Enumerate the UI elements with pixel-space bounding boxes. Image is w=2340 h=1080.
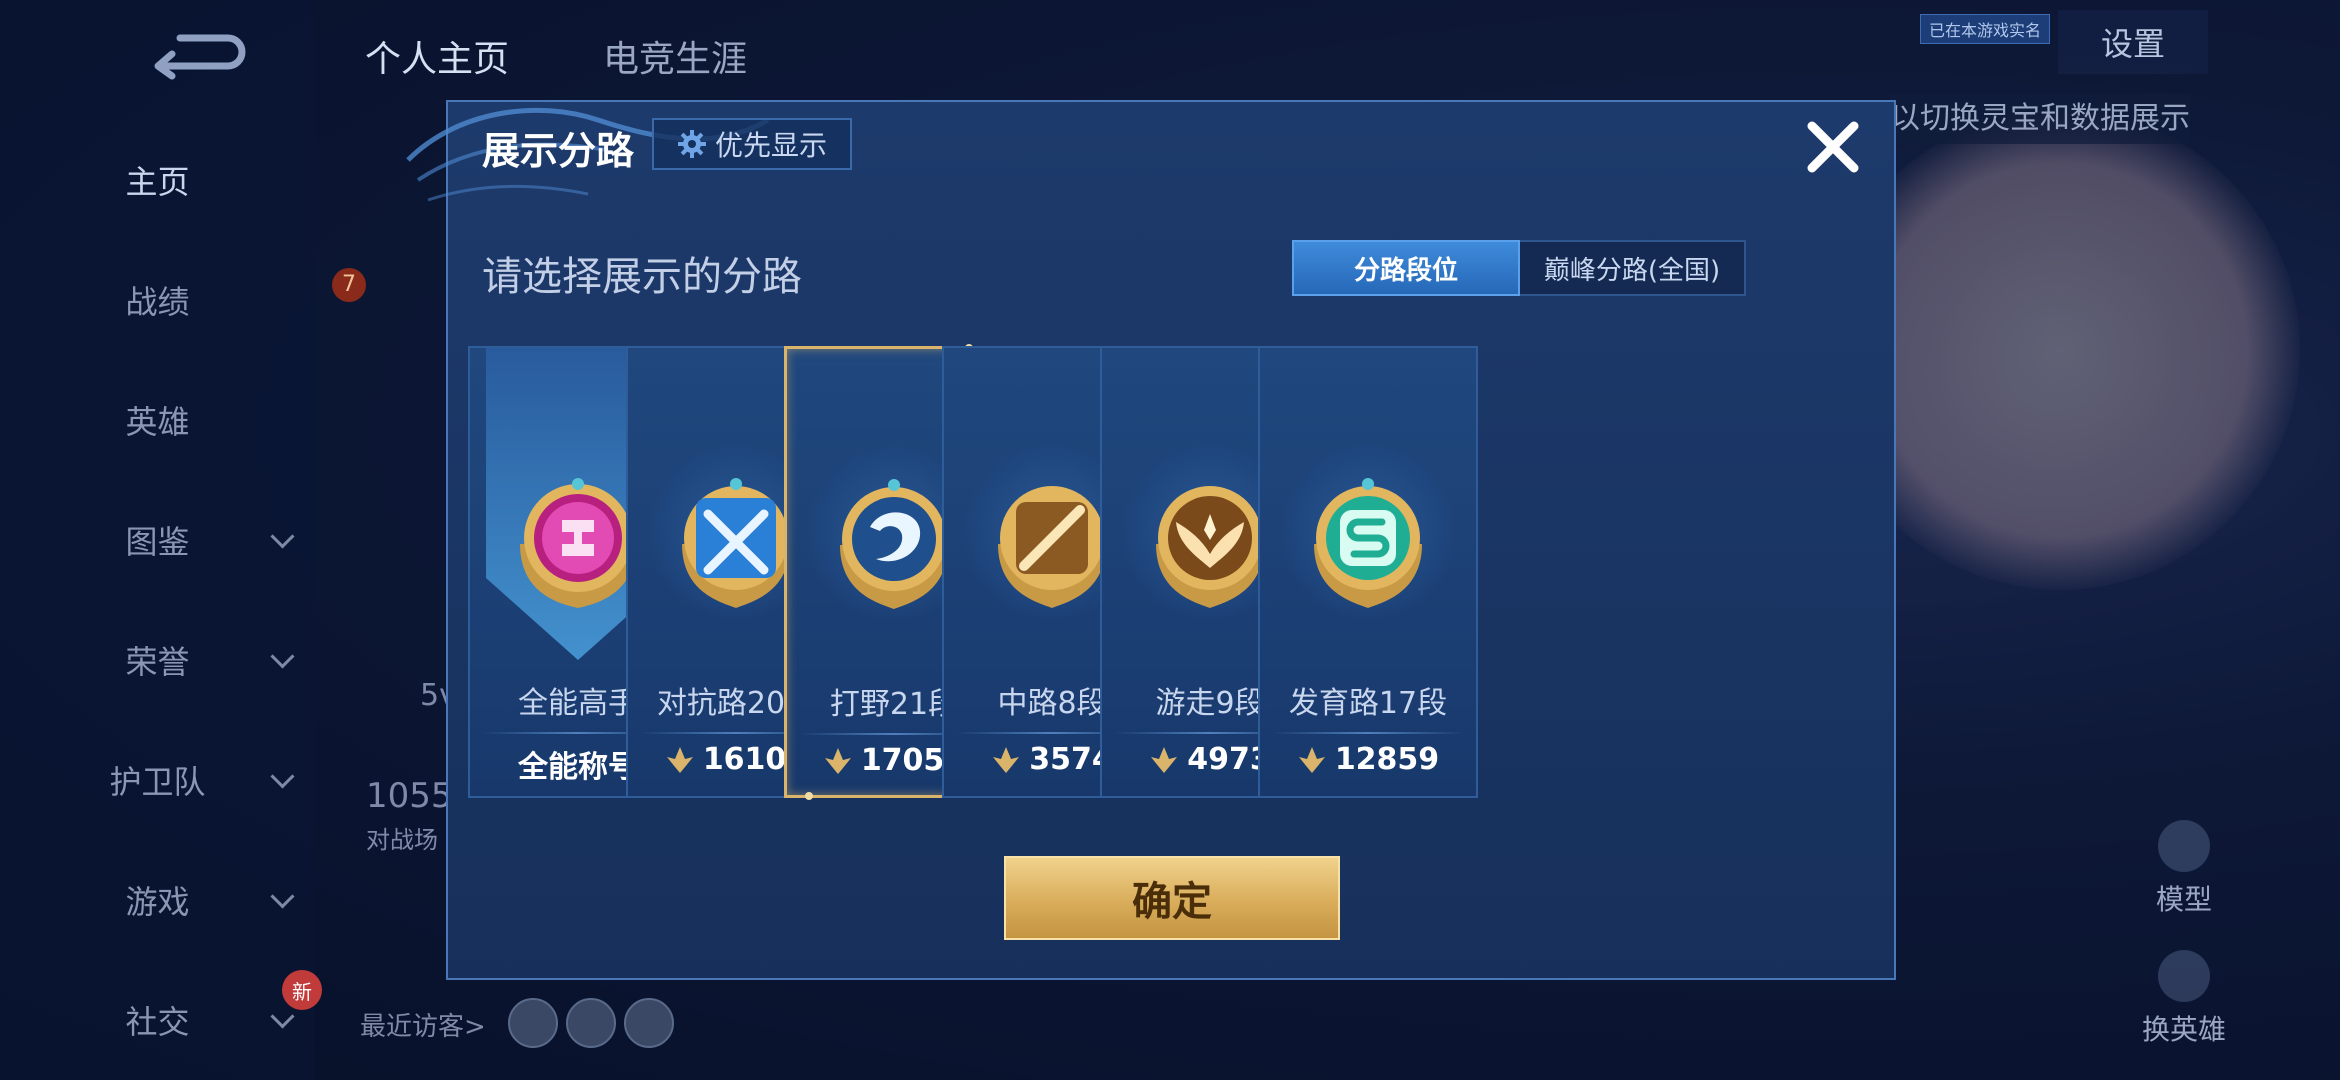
- level-badge: 7: [332, 268, 366, 302]
- gear-icon: [677, 130, 706, 158]
- nav-item-record[interactable]: 战绩: [0, 270, 315, 330]
- nav-label: 游戏: [125, 883, 190, 921]
- peak-score-icon: [1298, 746, 1325, 773]
- partial-number-text: 1055: [366, 776, 453, 816]
- model-label: 模型: [2155, 883, 2212, 916]
- modal-title: 展示分路: [482, 129, 635, 173]
- card-value-text: 全能称号: [518, 750, 638, 785]
- left-nav: 主页 战绩 英雄 图鉴 荣誉 护卫队 游戏 社交 新: [0, 0, 322, 1080]
- confirm-button[interactable]: 确定: [1004, 856, 1340, 940]
- recent-visitors-link[interactable]: 最近访客>: [360, 1006, 486, 1043]
- peak-score-icon: [1151, 746, 1178, 773]
- nav-item-honor[interactable]: 荣誉: [0, 630, 315, 690]
- nav-item-heroes[interactable]: 英雄: [0, 390, 315, 450]
- priority-display-label: 优先显示: [714, 129, 827, 162]
- card-value-text: 12859: [1334, 742, 1440, 777]
- peak-score-icon: [993, 746, 1020, 773]
- nav-item-guard[interactable]: 护卫队: [0, 750, 315, 810]
- change-hero-button[interactable]: 换英雄: [2134, 950, 2234, 1048]
- change-hero-label: 换英雄: [2141, 1013, 2226, 1046]
- nav-label: 护卫队: [109, 763, 206, 801]
- tip-text: 以切换灵宝和数据展示: [1890, 94, 2190, 144]
- lane-card-label: 发育路17段: [1288, 686, 1448, 721]
- visitor-avatar[interactable]: [508, 998, 558, 1048]
- close-icon[interactable]: [1800, 114, 1866, 180]
- tab-label: 分路段位: [1353, 255, 1458, 286]
- chevron-down-icon: [270, 644, 295, 669]
- nav-label: 荣誉: [125, 643, 190, 681]
- peak-score-icon: [666, 746, 693, 773]
- nav-item-home[interactable]: 主页: [0, 150, 315, 210]
- tab-profile[interactable]: 个人主页: [365, 30, 509, 82]
- back-arrow-icon[interactable]: [150, 28, 246, 80]
- nav-label: 英雄: [125, 403, 190, 441]
- select-lane-prompt: 请选择展示的分路: [482, 254, 802, 300]
- settings-button[interactable]: 设置: [2058, 10, 2208, 74]
- selection-dot: [805, 792, 813, 800]
- card-divider: [1272, 732, 1464, 734]
- tab-esports-career[interactable]: 电竞生涯: [603, 30, 747, 82]
- lane-display-modal: 展示分路 优先显示 请选择展示的分路 分路段位 巅峰分路(全国) 全能高手 全能…: [406, 100, 1896, 980]
- tab-label: 巅峰分路(全国): [1543, 255, 1721, 286]
- priority-display-button[interactable]: 优先显示: [652, 118, 852, 170]
- nav-label: 社交: [125, 1003, 190, 1041]
- chevron-down-icon: [270, 524, 295, 549]
- confirm-label: 确定: [1132, 879, 1212, 925]
- chevron-down-icon: [270, 884, 295, 909]
- model-button[interactable]: 模型: [2134, 820, 2234, 918]
- model-icon: [2158, 820, 2210, 872]
- new-badge: 新: [282, 970, 322, 1010]
- nav-label: 战绩: [125, 283, 190, 321]
- visitor-avatar[interactable]: [566, 998, 616, 1048]
- nav-label: 主页: [125, 163, 190, 201]
- nav-item-social[interactable]: 社交: [0, 990, 315, 1050]
- partial-battle-text: 对战场: [366, 826, 438, 854]
- chevron-down-icon: [270, 1004, 295, 1029]
- nav-item-games[interactable]: 游戏: [0, 870, 315, 930]
- farm-lane-badge-icon: [1314, 478, 1422, 608]
- lane-card-farm[interactable]: 发育路17段 12859: [1258, 346, 1478, 798]
- settings-label: 设置: [2100, 25, 2165, 63]
- chevron-down-icon: [270, 764, 295, 789]
- lane-card-value: 12859: [1260, 742, 1476, 777]
- change-hero-icon: [2158, 950, 2210, 1002]
- tab-lane-rank[interactable]: 分路段位: [1292, 240, 1520, 296]
- realname-status-label: 已在本游戏实名: [1920, 14, 2051, 44]
- visitor-avatar[interactable]: [624, 998, 674, 1048]
- peak-score-icon: [824, 747, 851, 774]
- tab-peak-lane-national[interactable]: 巅峰分路(全国): [1520, 240, 1746, 296]
- nav-item-codex[interactable]: 图鉴: [0, 510, 315, 570]
- nav-label: 图鉴: [125, 523, 190, 561]
